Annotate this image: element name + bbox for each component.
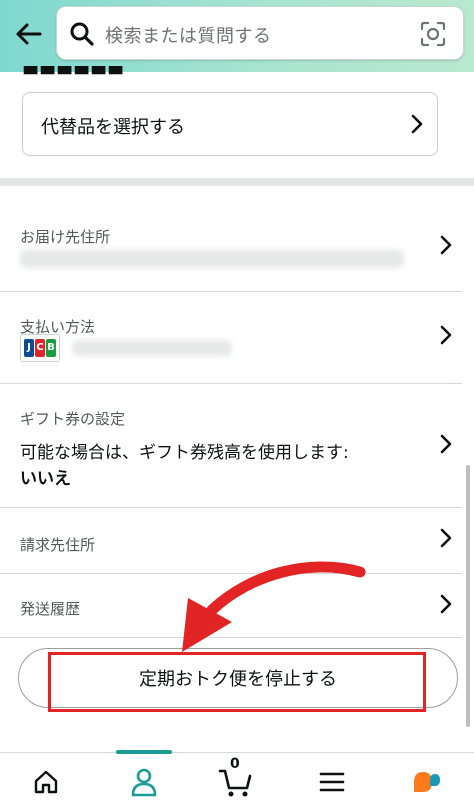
chevron-right-icon — [440, 434, 452, 454]
scrollbar[interactable] — [466, 465, 470, 727]
top-bar: 検索または質問する — [0, 0, 474, 72]
jcb-card-icon: JCB — [20, 334, 60, 362]
assistant-chat-icon — [414, 772, 440, 792]
payment-method-row[interactable]: 支払い方法 — [0, 292, 462, 384]
chevron-right-icon — [440, 594, 452, 614]
nav-menu[interactable] — [310, 762, 354, 802]
shipment-history-title: 発送履歴 — [20, 600, 81, 618]
annotation-highlight-box — [48, 652, 426, 712]
menu-icon — [319, 772, 345, 792]
nav-cart[interactable]: 0 — [214, 756, 258, 802]
cart-count: 0 — [230, 756, 240, 772]
shipping-address-title: お届け先住所 — [20, 228, 111, 246]
gift-card-setting-text: 可能な場合は、ギフト券残高を使用します: — [20, 443, 349, 463]
chevron-right-icon — [440, 528, 452, 548]
active-tab-indicator — [116, 750, 172, 754]
search-placeholder: 検索または質問する — [105, 26, 272, 47]
section-divider — [0, 178, 474, 186]
nav-assistant[interactable] — [404, 762, 448, 802]
section-heading-cropped: ■■■■■■ — [22, 66, 142, 76]
gift-card-settings-title: ギフト券の設定 — [20, 410, 126, 428]
billing-address-title: 請求先住所 — [20, 536, 96, 554]
select-substitute-label: 代替品を選択する — [41, 117, 185, 138]
back-arrow-icon — [16, 23, 42, 45]
shipping-address-row[interactable]: お届け先住所 — [0, 200, 462, 292]
annotation-arrow-icon — [182, 561, 366, 652]
search-icon — [70, 22, 94, 46]
chevron-right-icon — [440, 325, 452, 345]
camera-scan-icon[interactable] — [419, 20, 447, 48]
nav-home[interactable] — [24, 762, 68, 802]
account-icon — [131, 768, 157, 797]
back-button[interactable] — [10, 16, 46, 52]
gift-card-settings-row[interactable]: ギフト券の設定 可能な場合は、ギフト券残高を使用します: いいえ — [0, 384, 462, 508]
select-substitute-button[interactable]: 代替品を選択する — [22, 92, 438, 156]
nav-account[interactable] — [122, 762, 166, 802]
gift-card-setting-value: いいえ — [20, 469, 71, 489]
redacted-address — [20, 250, 404, 268]
chevron-right-icon — [440, 235, 452, 255]
redacted-card-number — [72, 340, 232, 356]
chevron-right-icon — [411, 114, 423, 134]
home-icon — [34, 770, 58, 794]
search-input[interactable]: 検索または質問する — [56, 6, 464, 60]
